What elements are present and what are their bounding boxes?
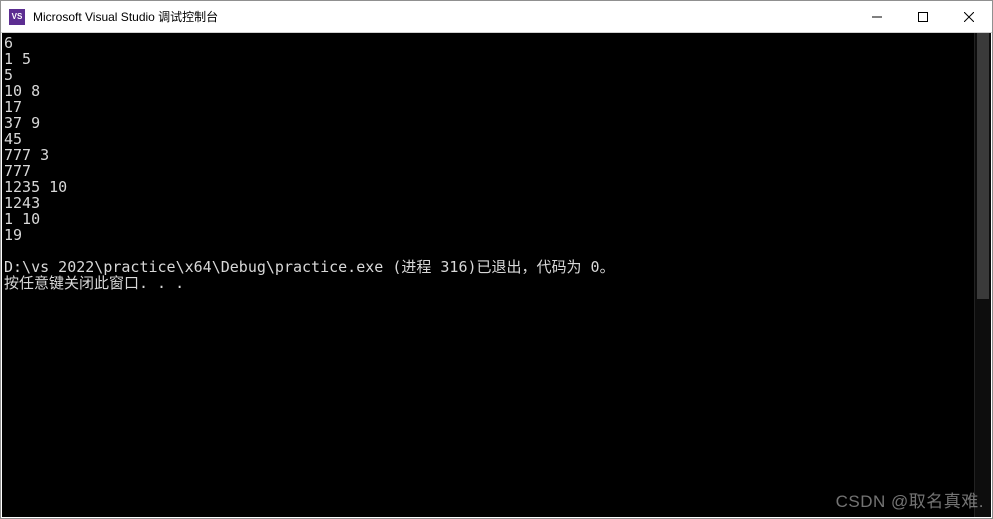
console-line: 1235 10 <box>4 179 974 195</box>
console-line: 45 <box>4 131 974 147</box>
close-button[interactable] <box>946 1 992 32</box>
vertical-scrollbar[interactable] <box>974 33 991 517</box>
console-line: 5 <box>4 67 974 83</box>
console-output[interactable]: 61 5510 81737 945777 37771235 1012431 10… <box>2 33 974 517</box>
minimize-icon <box>872 12 882 22</box>
titlebar[interactable]: VS Microsoft Visual Studio 调试控制台 <box>1 1 992 33</box>
console-line <box>4 243 974 259</box>
console-line: 1243 <box>4 195 974 211</box>
close-icon <box>964 12 974 22</box>
console-line: 777 <box>4 163 974 179</box>
minimize-button[interactable] <box>854 1 900 32</box>
console-line: 10 8 <box>4 83 974 99</box>
console-line: 17 <box>4 99 974 115</box>
maximize-icon <box>918 12 928 22</box>
console-line: D:\vs 2022\practice\x64\Debug\practice.e… <box>4 259 974 275</box>
console-line: 777 3 <box>4 147 974 163</box>
console-line: 1 5 <box>4 51 974 67</box>
console-line: 6 <box>4 35 974 51</box>
console-line: 1 10 <box>4 211 974 227</box>
console-line: 按任意键关闭此窗口. . . <box>4 275 974 291</box>
window-title: Microsoft Visual Studio 调试控制台 <box>33 8 854 25</box>
window-controls <box>854 1 992 32</box>
console-area: 61 5510 81737 945777 37771235 1012431 10… <box>2 33 991 517</box>
app-icon: VS <box>9 9 25 25</box>
console-line: 19 <box>4 227 974 243</box>
scrollbar-thumb[interactable] <box>977 33 989 299</box>
maximize-button[interactable] <box>900 1 946 32</box>
console-line: 37 9 <box>4 115 974 131</box>
app-window: VS Microsoft Visual Studio 调试控制台 61 5510… <box>0 0 993 519</box>
